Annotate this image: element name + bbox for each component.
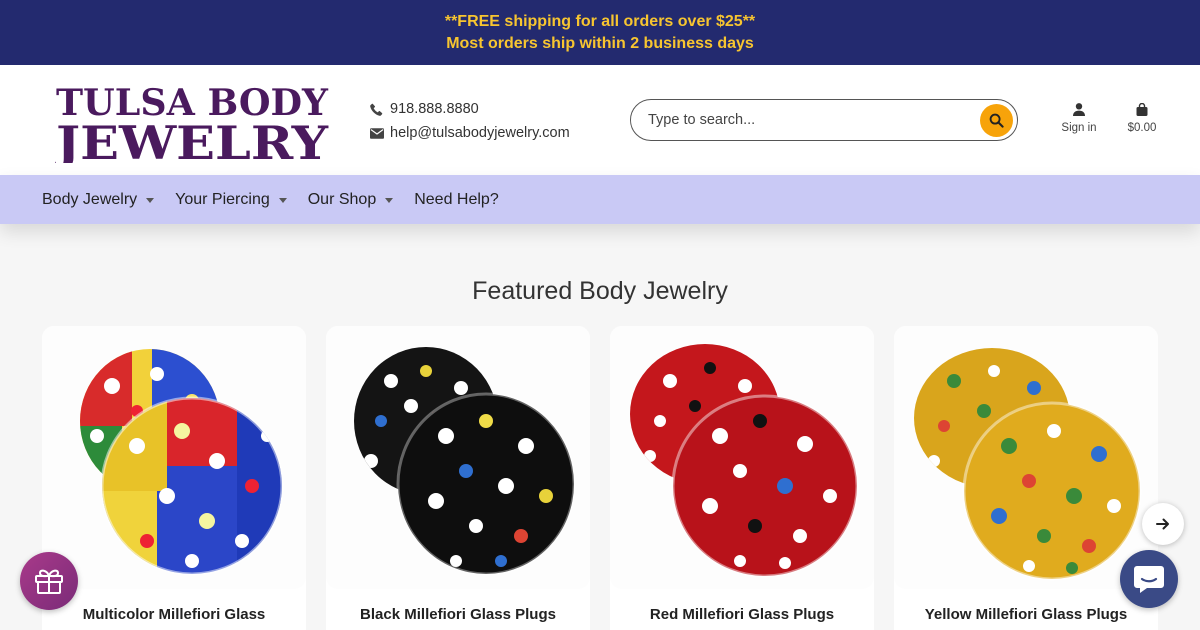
rewards-button[interactable] bbox=[20, 552, 78, 610]
caret-down-icon bbox=[385, 198, 394, 203]
product-image[interactable] bbox=[326, 326, 590, 589]
product-name[interactable]: Multicolor Millefiori Glass bbox=[42, 606, 306, 623]
cart-link[interactable]: $0.00 bbox=[1124, 103, 1160, 134]
product-name[interactable]: Yellow Millefiori Glass Plugs bbox=[894, 606, 1158, 623]
chat-button[interactable] bbox=[1120, 550, 1178, 608]
sign-in-link[interactable]: Sign in bbox=[1058, 103, 1100, 134]
gift-icon bbox=[35, 569, 63, 594]
cart-total: $0.00 bbox=[1127, 122, 1157, 134]
search-box bbox=[630, 99, 1018, 141]
product-image[interactable] bbox=[42, 326, 306, 589]
caret-down-icon bbox=[278, 198, 287, 203]
search-input[interactable] bbox=[648, 112, 968, 128]
caret-down-icon bbox=[146, 198, 155, 203]
nav-item-body-jewelry[interactable]: Body Jewelry bbox=[42, 190, 155, 209]
email-link[interactable]: help@tulsabodyjewelry.com bbox=[370, 121, 570, 145]
product-name[interactable]: Red Millefiori Glass Plugs bbox=[610, 606, 874, 623]
search-icon bbox=[989, 113, 1004, 128]
product-card[interactable]: Red Millefiori Glass Plugs bbox=[610, 326, 874, 630]
phone-icon bbox=[370, 103, 390, 116]
nav-item-label: Body Jewelry bbox=[42, 190, 138, 208]
product-card[interactable]: Yellow Millefiori Glass Plugs bbox=[894, 326, 1158, 630]
product-card[interactable]: Multicolor Millefiori Glass bbox=[42, 326, 306, 630]
nav-item-need-help[interactable]: Need Help? bbox=[414, 191, 499, 209]
section-title: Featured Body Jewelry bbox=[472, 277, 728, 305]
sign-in-label: Sign in bbox=[1061, 122, 1097, 134]
nav-item-label: Our Shop bbox=[307, 190, 377, 208]
announcement-bar: **FREE shipping for all orders over $25*… bbox=[0, 0, 1200, 65]
announcement-line-1: **FREE shipping for all orders over $25*… bbox=[444, 12, 756, 30]
logo-line-2: JEWELRY bbox=[55, 116, 329, 163]
user-icon bbox=[1058, 103, 1100, 116]
nav-item-label: Your Piercing bbox=[175, 190, 270, 208]
envelope-icon bbox=[370, 127, 390, 139]
nav-item-your-piercing[interactable]: Your Piercing bbox=[175, 191, 287, 209]
carousel-next-button[interactable] bbox=[1142, 503, 1184, 545]
contact-info: 918.888.8880 help@tulsabodyjewelry.com bbox=[370, 97, 570, 145]
nav-item-label: Need Help? bbox=[414, 190, 499, 208]
site-header: TULSA BODY JEWELRY 918.888.8880 help@tul… bbox=[0, 65, 1200, 175]
phone-link[interactable]: 918.888.8880 bbox=[370, 97, 570, 121]
search-button[interactable] bbox=[980, 104, 1013, 137]
chat-icon bbox=[1134, 566, 1164, 593]
product-image[interactable] bbox=[894, 326, 1158, 589]
phone-number: 918.888.8880 bbox=[390, 101, 479, 117]
arrow-right-icon bbox=[1156, 518, 1169, 530]
nav-item-our-shop[interactable]: Our Shop bbox=[307, 190, 394, 209]
product-card[interactable]: Black Millefiori Glass Plugs bbox=[326, 326, 590, 630]
shopping-bag-icon bbox=[1124, 103, 1160, 116]
product-image[interactable] bbox=[610, 326, 874, 589]
announcement-line-2: Most orders ship within 2 business days bbox=[446, 34, 754, 52]
product-name[interactable]: Black Millefiori Glass Plugs bbox=[326, 606, 590, 623]
site-logo[interactable]: TULSA BODY JEWELRY bbox=[55, 77, 330, 163]
main-nav: Body Jewelry Your Piercing Our Shop Need… bbox=[0, 175, 1200, 224]
email-address: help@tulsabodyjewelry.com bbox=[390, 125, 570, 141]
